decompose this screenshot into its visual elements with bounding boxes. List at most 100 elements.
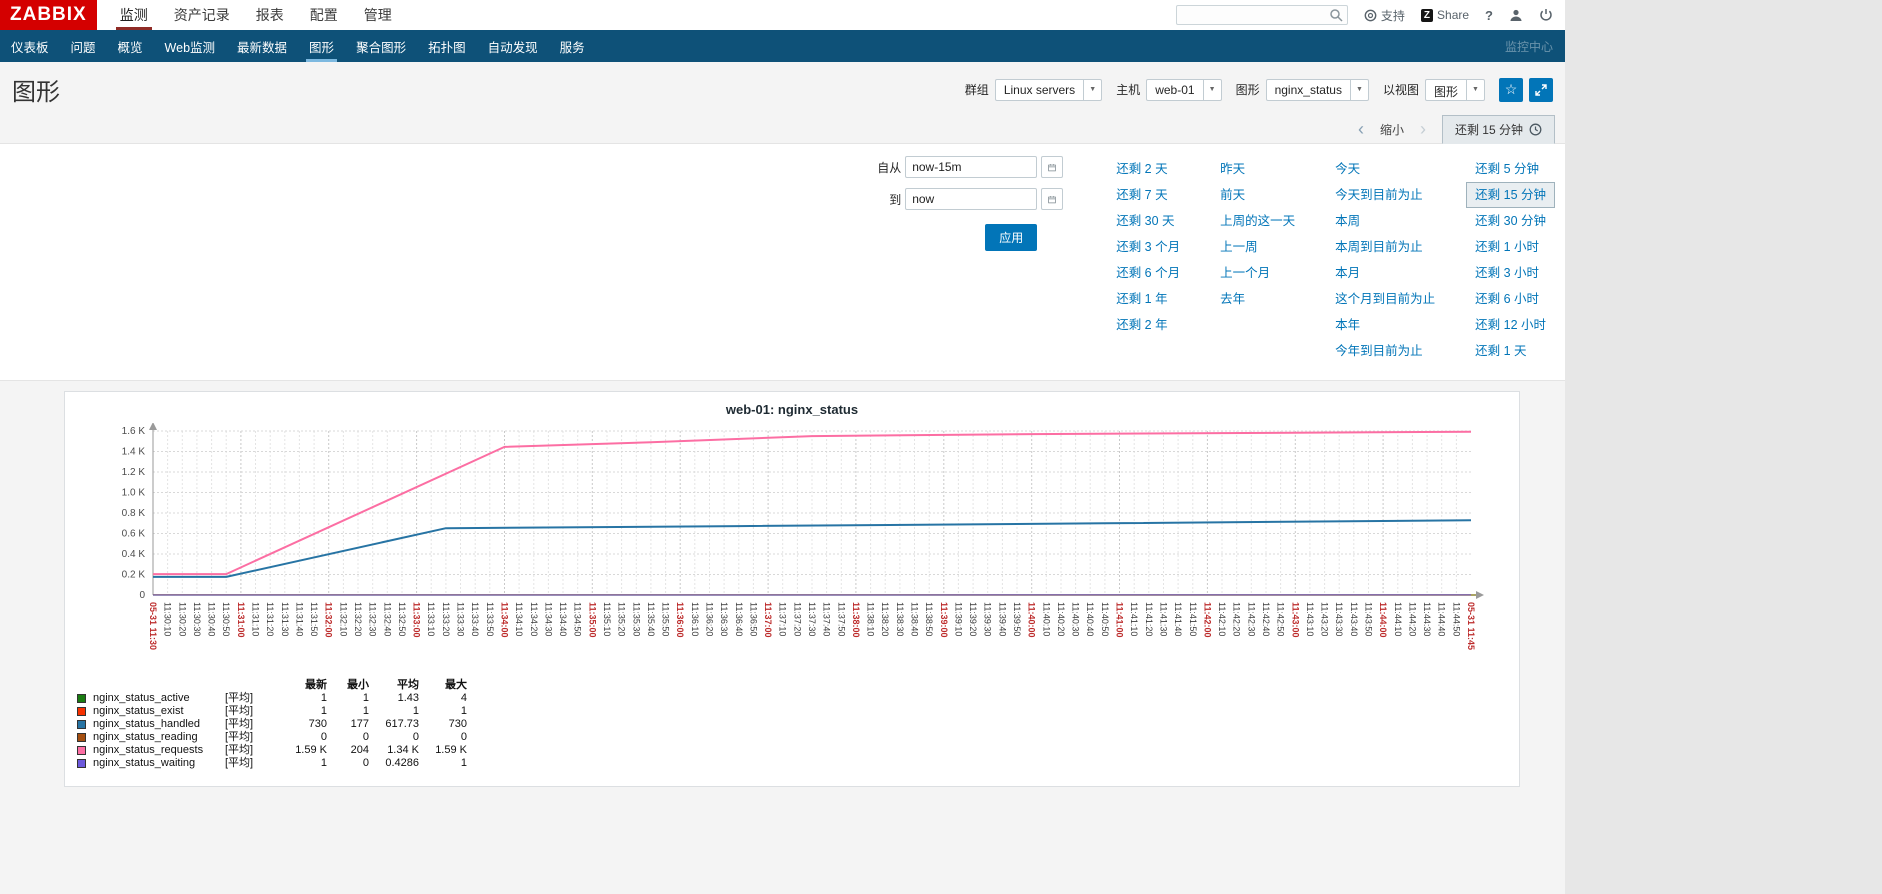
time-forward-icon[interactable]: ›: [1420, 120, 1426, 138]
support-icon: [1364, 9, 1377, 21]
main-menu-item-2[interactable]: 报表: [243, 0, 297, 30]
legend-series-name: nginx_status_reading: [93, 731, 198, 743]
quick-range-link[interactable]: 本周: [1326, 208, 1444, 234]
quick-range-link[interactable]: 还剩 5 分钟: [1466, 156, 1555, 182]
quick-range-link[interactable]: 还剩 3 个月: [1107, 234, 1189, 260]
zoom-out-button[interactable]: 缩小: [1380, 121, 1404, 138]
legend-row: nginx_status_waiting [平均] 1 0 0.4286 1: [77, 757, 1519, 770]
legend-max: 730: [448, 718, 467, 730]
to-calendar-button[interactable]: [1041, 188, 1064, 210]
graph-svg[interactable]: 05-31 11:30 11:30:10 11:30:20 11:30:30 11:30…: [73, 423, 1513, 665]
search-icon[interactable]: [1329, 8, 1343, 22]
quick-range-link[interactable]: 还剩 6 个月: [1107, 260, 1189, 286]
svg-text:11:33:30: 11:33:30: [456, 602, 466, 636]
quick-range-link[interactable]: 上周的这一天: [1211, 208, 1304, 234]
graph-select[interactable]: nginx_status ▼: [1265, 78, 1369, 101]
logout-link[interactable]: [1539, 8, 1553, 22]
legend-last: 1: [320, 705, 327, 717]
quick-range-link[interactable]: 本月: [1326, 260, 1444, 286]
sub-menu-item-7[interactable]: 拓扑图: [417, 30, 477, 62]
svg-text:11:37:30: 11:37:30: [807, 602, 817, 636]
legend-func: [平均]: [225, 705, 254, 717]
sub-menu-item-3[interactable]: Web监测: [154, 30, 226, 62]
quick-range-link[interactable]: 还剩 30 天: [1107, 208, 1189, 234]
quick-range-link[interactable]: 这个月到目前为止: [1326, 286, 1444, 312]
quick-range-link[interactable]: 本周到目前为止: [1326, 234, 1444, 260]
favorite-button[interactable]: ☆: [1499, 77, 1523, 102]
svg-text:11:44:50: 11:44:50: [1451, 602, 1461, 636]
sub-menu-item-0[interactable]: 仪表板: [0, 30, 60, 62]
search-input[interactable]: [1175, 5, 1348, 25]
profile-link[interactable]: [1509, 8, 1523, 22]
quick-range-link[interactable]: 昨天: [1211, 156, 1304, 182]
svg-text:11:41:10: 11:41:10: [1129, 602, 1139, 636]
quick-range-link[interactable]: 还剩 1 年: [1107, 286, 1189, 312]
sub-menu-item-5[interactable]: 图形: [298, 30, 345, 62]
page-header: 图形 群组 Linux servers ▼ 主机 web-01 ▼ 图形 ngi…: [0, 62, 1565, 115]
host-select[interactable]: web-01 ▼: [1146, 78, 1222, 101]
svg-text:11:39:30: 11:39:30: [983, 602, 993, 636]
app-window: ZABBIX 监测 资产记录 报表 配置 管理 支持 Z Share ? 仪表板…: [0, 0, 1565, 894]
svg-text:1.4 K: 1.4 K: [122, 447, 146, 458]
zabbix-logo[interactable]: ZABBIX: [0, 0, 97, 30]
svg-text:0.6 K: 0.6 K: [122, 529, 146, 540]
from-calendar-button[interactable]: [1041, 156, 1064, 178]
quick-range-link[interactable]: 前天: [1211, 182, 1304, 208]
quick-range-link[interactable]: 今天: [1326, 156, 1444, 182]
quick-range-link[interactable]: 还剩 1 天: [1466, 338, 1555, 364]
sub-menu-item-6[interactable]: 聚合图形: [345, 30, 417, 62]
quick-range-link[interactable]: 还剩 30 分钟: [1466, 208, 1555, 234]
quick-range-link[interactable]: 还剩 3 小时: [1466, 260, 1555, 286]
quick-range-link[interactable]: 还剩 15 分钟: [1466, 182, 1555, 208]
time-range-tab[interactable]: 还剩 15 分钟: [1441, 114, 1555, 144]
graph-canvas[interactable]: 05-31 11:30 11:30:10 11:30:20 11:30:30 11:30…: [65, 423, 1519, 665]
quick-range-link[interactable]: 还剩 7 天: [1107, 182, 1189, 208]
support-link[interactable]: 支持: [1364, 7, 1405, 24]
main-menu-item-3[interactable]: 配置: [297, 0, 351, 30]
quick-range-link[interactable]: 还剩 1 小时: [1466, 234, 1555, 260]
to-input[interactable]: [905, 188, 1038, 210]
svg-text:11:32:40: 11:32:40: [382, 602, 392, 636]
svg-text:11:41:40: 11:41:40: [1173, 602, 1183, 636]
sub-menu-item-2[interactable]: 概览: [107, 30, 154, 62]
quick-range-link[interactable]: 还剩 2 天: [1107, 156, 1189, 182]
svg-text:11:33:20: 11:33:20: [441, 602, 451, 636]
group-select[interactable]: Linux servers ▼: [994, 78, 1103, 101]
legend-max: 1.59 K: [435, 744, 467, 756]
topbar-right: 支持 Z Share ?: [1175, 0, 1565, 30]
view-as-select[interactable]: 图形 ▼: [1424, 78, 1485, 101]
legend-min: 1: [362, 692, 369, 704]
svg-text:11:31:50: 11:31:50: [309, 602, 319, 636]
quick-range-link[interactable]: 本年: [1326, 312, 1444, 338]
share-link[interactable]: Z Share: [1420, 8, 1469, 22]
main-menu-item-0[interactable]: 监测: [107, 0, 161, 30]
quick-range-link[interactable]: 还剩 6 小时: [1466, 286, 1555, 312]
svg-text:11:40:30: 11:40:30: [1071, 602, 1081, 636]
sub-menu-item-8[interactable]: 自动发现: [477, 30, 549, 62]
time-back-icon[interactable]: ‹: [1358, 120, 1364, 138]
quick-range-link[interactable]: 今年到目前为止: [1326, 338, 1444, 364]
from-input[interactable]: [905, 156, 1038, 178]
legend-max: 1: [460, 705, 467, 717]
apply-button[interactable]: 应用: [985, 224, 1038, 251]
quick-range-link[interactable]: 还剩 12 小时: [1466, 312, 1555, 338]
fullscreen-button[interactable]: [1529, 77, 1553, 102]
sub-menu-item-9[interactable]: 服务: [549, 30, 596, 62]
main-menu-item-1[interactable]: 资产记录: [161, 0, 243, 30]
svg-text:11:33:40: 11:33:40: [470, 602, 480, 636]
quick-range-link[interactable]: 上一周: [1211, 234, 1304, 260]
quick-range-link[interactable]: 上一个月: [1211, 260, 1304, 286]
sub-menu-item-4[interactable]: 最新数据: [226, 30, 298, 62]
svg-text:11:43:00: 11:43:00: [1290, 602, 1300, 638]
sub-menu-item-1[interactable]: 问题: [60, 30, 107, 62]
svg-text:11:35:20: 11:35:20: [617, 602, 627, 636]
main-menu-item-4[interactable]: 管理: [351, 0, 405, 30]
sub-nav: 仪表板 问题 概览 Web监测 最新数据 图形 聚合图形 拓扑图 自动发现 服务 监控中心: [0, 30, 1565, 62]
legend-avg: 617.73: [385, 718, 419, 730]
quick-range-link[interactable]: 今天到目前为止: [1326, 182, 1444, 208]
svg-text:11:30:50: 11:30:50: [221, 602, 231, 636]
quick-range-link[interactable]: 还剩 2 年: [1107, 312, 1189, 338]
help-link[interactable]: ?: [1485, 8, 1493, 23]
svg-text:11:33:10: 11:33:10: [426, 602, 436, 636]
quick-range-link[interactable]: 去年: [1211, 286, 1304, 312]
